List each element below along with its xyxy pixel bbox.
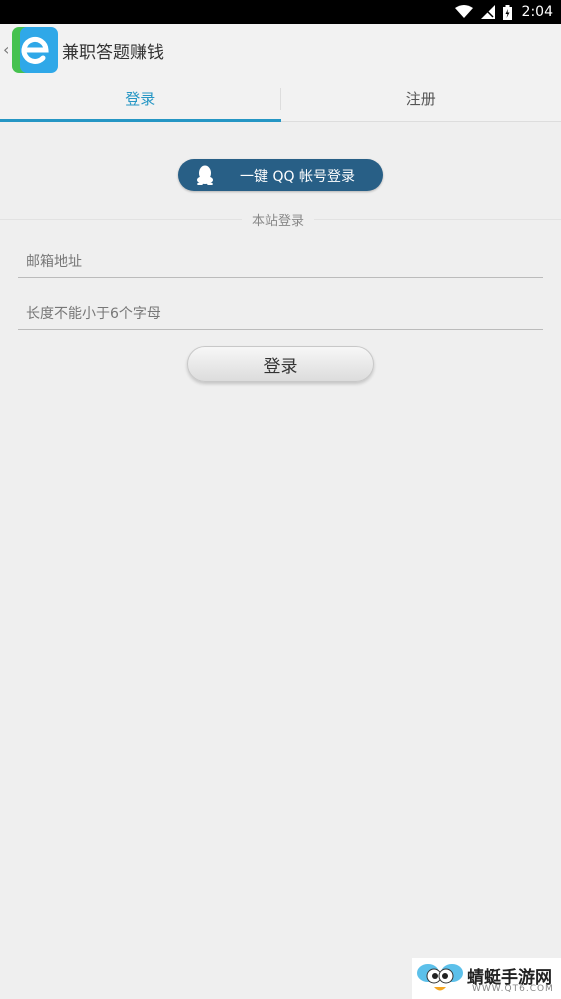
password-field[interactable] bbox=[18, 298, 543, 330]
battery-icon bbox=[502, 4, 512, 20]
wifi-icon bbox=[454, 5, 473, 19]
back-icon[interactable]: ‹ bbox=[3, 40, 9, 59]
section-label: 本站登录 bbox=[242, 210, 315, 229]
watermark: 蜻蜓手游网 WWW.QT6.COM bbox=[412, 958, 561, 999]
watermark-url: WWW.QT6.COM bbox=[472, 984, 554, 994]
app-logo-icon[interactable] bbox=[12, 27, 58, 73]
tab-divider bbox=[280, 88, 281, 110]
app-title: 兼职答题赚钱 bbox=[62, 43, 164, 63]
qq-penguin-icon bbox=[196, 165, 214, 189]
email-field[interactable] bbox=[18, 246, 543, 278]
signal-icon bbox=[480, 5, 495, 19]
dragonfly-logo-icon bbox=[416, 961, 464, 999]
action-bar: ‹ 兼职答题赚钱 bbox=[0, 24, 561, 76]
qq-login-label: 一键 QQ 帐号登录 bbox=[240, 169, 355, 185]
tab-login[interactable]: 登录 bbox=[0, 76, 281, 122]
status-time: 2:04 bbox=[521, 4, 553, 20]
qq-login-button[interactable]: 一键 QQ 帐号登录 bbox=[178, 159, 383, 191]
tab-register[interactable]: 注册 bbox=[281, 76, 561, 121]
status-bar: 2:04 bbox=[0, 0, 561, 24]
login-button[interactable]: 登录 bbox=[187, 346, 374, 382]
